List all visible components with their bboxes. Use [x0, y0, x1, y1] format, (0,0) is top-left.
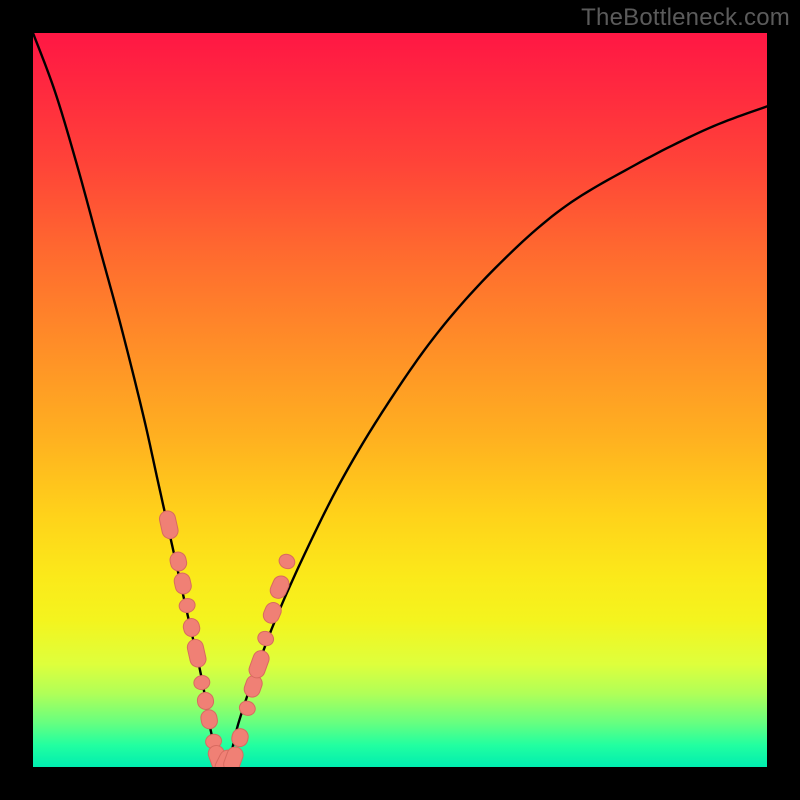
- chart-marker: [158, 509, 180, 540]
- chart-marker: [277, 552, 297, 571]
- chart-markers-group: [158, 509, 297, 767]
- chart-marker: [247, 648, 272, 680]
- chart-marker: [178, 597, 197, 614]
- chart-plot-area: [33, 33, 767, 767]
- chart-marker: [268, 573, 292, 600]
- chart-marker: [196, 691, 214, 710]
- chart-marker: [173, 572, 193, 596]
- chart-frame: TheBottleneck.com: [0, 0, 800, 800]
- watermark-text: TheBottleneck.com: [581, 4, 790, 32]
- chart-marker: [261, 600, 284, 626]
- chart-marker: [256, 629, 276, 648]
- chart-marker: [200, 709, 219, 731]
- chart-curve-line: [33, 33, 767, 767]
- chart-marker: [168, 550, 188, 572]
- chart-marker: [182, 617, 202, 638]
- chart-svg: [33, 33, 767, 767]
- chart-marker: [193, 674, 211, 691]
- chart-marker: [186, 638, 208, 669]
